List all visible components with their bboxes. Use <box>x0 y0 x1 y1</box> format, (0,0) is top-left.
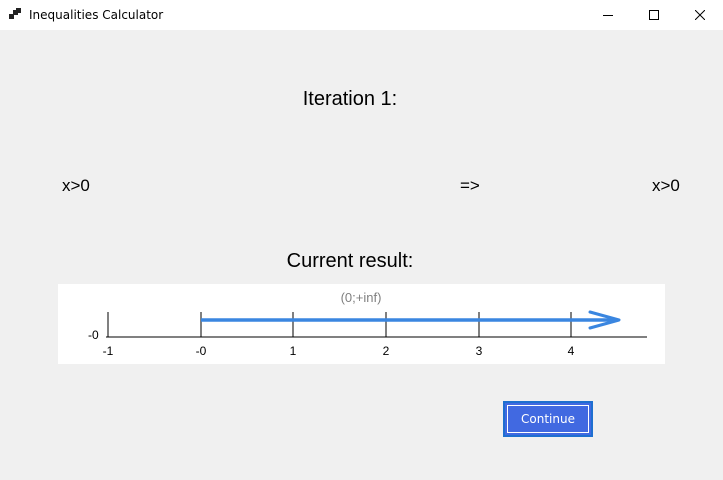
tick-label: 1 <box>290 344 297 358</box>
title-bar: Inequalities Calculator <box>0 0 723 30</box>
tick-label: 3 <box>476 344 483 358</box>
continue-button[interactable]: Continue <box>503 401 593 437</box>
tick-label: 2 <box>383 344 390 358</box>
window-title: Inequalities Calculator <box>29 8 164 22</box>
close-button[interactable] <box>677 0 723 30</box>
tick-label: -0 <box>196 344 207 358</box>
inequality-before: x>0 <box>62 176 90 195</box>
close-icon <box>695 10 705 20</box>
minimize-button[interactable] <box>585 0 631 30</box>
transform-arrow: => <box>460 176 480 195</box>
minimize-icon <box>603 15 613 16</box>
inequality-after: x>0 <box>652 176 680 195</box>
number-line: (0;+inf) -0 -1 -0 1 2 3 4 <box>88 290 647 358</box>
continue-button-label: Continue <box>507 405 589 433</box>
y-axis-label: -0 <box>88 328 99 342</box>
current-result-label: Current result: <box>286 250 414 272</box>
maximize-icon <box>649 10 659 20</box>
interval-label: (0;+inf) <box>341 290 382 305</box>
tick-label: -1 <box>103 344 114 358</box>
iteration-label: Iteration 1: <box>302 88 398 110</box>
app-icon <box>9 8 21 19</box>
maximize-button[interactable] <box>631 0 677 30</box>
tick-label: 4 <box>568 344 575 358</box>
number-line-panel: (0;+inf) -0 -1 -0 1 2 3 4 <box>58 284 665 364</box>
